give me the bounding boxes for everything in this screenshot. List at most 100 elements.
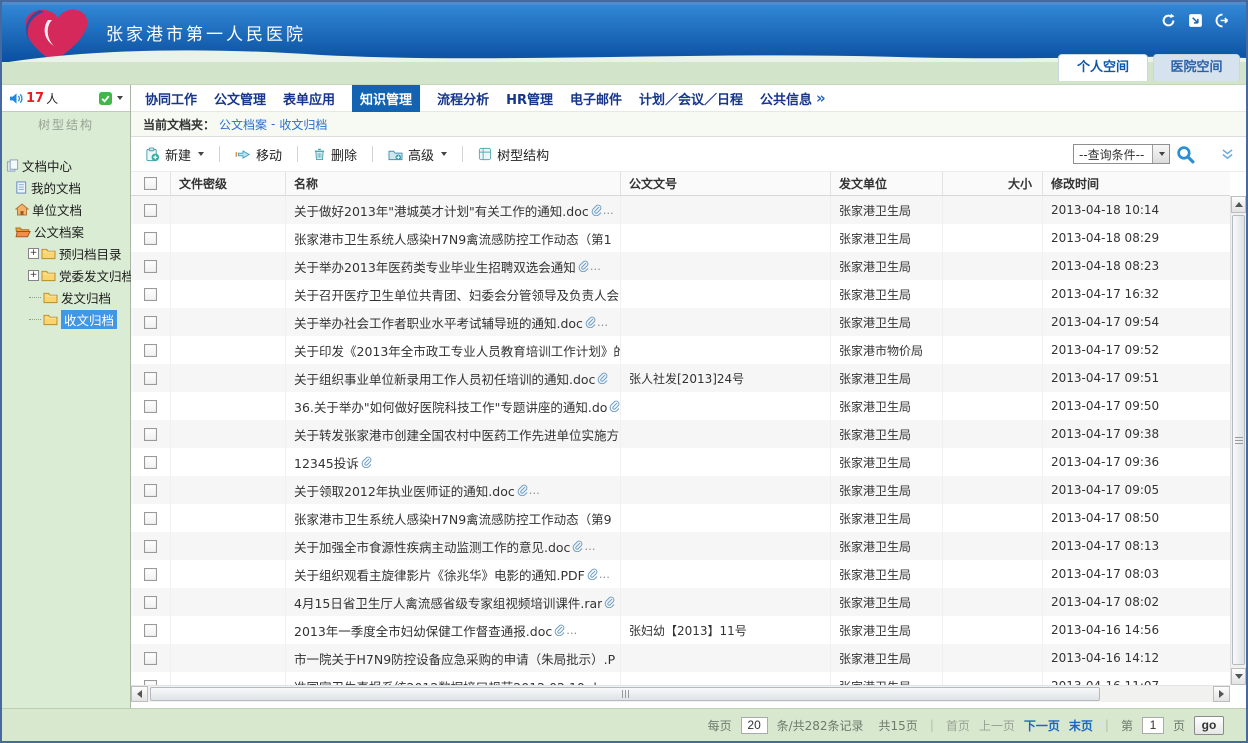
expand-icon[interactable]: + — [28, 270, 39, 281]
document-name-link[interactable]: 12345投诉 — [294, 453, 359, 472]
row-checkbox[interactable] — [144, 288, 157, 301]
scroll-up-button[interactable] — [1231, 196, 1246, 213]
document-name-link[interactable]: 关于组织观看主旋律影片《徐兆华》电影的通知.PDF — [294, 565, 585, 584]
menu-item[interactable]: 流程分析 — [437, 89, 489, 108]
menu-item[interactable]: 表单应用 — [283, 89, 335, 108]
row-checkbox[interactable] — [144, 204, 157, 217]
document-name-cell[interactable]: 关于领取2012年执业医师证的通知.doc… — [286, 476, 621, 504]
document-name-cell[interactable]: 关于组织事业单位新录用工作人员初任培训的通知.doc — [286, 364, 621, 392]
row-checkbox[interactable] — [144, 260, 157, 273]
next-page-link[interactable]: 下一页 — [1024, 717, 1060, 734]
table-row[interactable]: 4月15日省卫生厅人禽流感省级专家组视频培训课件.rar张家港卫生局2013-0… — [131, 588, 1230, 616]
document-name-link[interactable]: 张家港市卫生系统人感染H7N9禽流感防控工作动态（第9 — [294, 509, 612, 528]
more-ellipsis[interactable]: … — [590, 260, 601, 273]
menu-more-button[interactable]: » — [816, 89, 826, 107]
page-number-input[interactable] — [1142, 717, 1164, 734]
menu-item[interactable]: 公共信息 — [760, 89, 812, 108]
document-name-link[interactable]: 市一院关于H7N9防控设备应急采购的申请（朱局批示）.P — [294, 649, 615, 668]
tree-item[interactable]: 单位文档 — [2, 198, 130, 220]
collapse-panel-icon[interactable] — [1221, 149, 1234, 160]
document-name-cell[interactable]: 市一院关于H7N9防控设备应急采购的申请（朱局批示）.P — [286, 644, 621, 672]
table-row[interactable]: 关于组织事业单位新录用工作人员初任培训的通知.doc张人社发[2013]24号张… — [131, 364, 1230, 392]
menu-item[interactable]: HR管理 — [506, 89, 553, 108]
table-row[interactable]: 12345投诉张家港卫生局2013-04-17 09:36 — [131, 448, 1230, 476]
tree-item[interactable]: 文档中心 — [2, 154, 130, 176]
table-row[interactable]: 关于组织观看主旋律影片《徐兆华》电影的通知.PDF…张家港卫生局2013-04-… — [131, 560, 1230, 588]
row-checkbox[interactable] — [144, 624, 157, 637]
table-row[interactable]: 张家港市卫生系统人感染H7N9禽流感防控工作动态（第9张家港卫生局2013-04… — [131, 504, 1230, 532]
row-checkbox[interactable] — [144, 568, 157, 581]
tree-item[interactable]: 公文档案 — [2, 220, 130, 242]
horizontal-scrollbar-thumb[interactable] — [150, 687, 1100, 701]
prev-page-link[interactable]: 上一页 — [979, 717, 1015, 734]
row-checkbox[interactable] — [144, 400, 157, 413]
logout-icon[interactable] — [1215, 13, 1230, 28]
menu-item[interactable]: 协同工作 — [145, 89, 197, 108]
document-name-link[interactable]: 2013年一季度全市妇幼保健工作督查通报.doc — [294, 621, 552, 640]
scroll-left-button[interactable] — [131, 686, 148, 702]
document-name-link[interactable]: 准国家卫生直报系统2012数据接口规范2012.02.10.doc — [294, 677, 608, 686]
breadcrumb-folder-link[interactable]: 公文档案 — [219, 116, 267, 133]
document-name-link[interactable]: 关于加强全市食源性疾病主动监测工作的意见.doc — [294, 537, 570, 556]
tree-item[interactable]: +预归档目录 — [2, 242, 130, 264]
move-button[interactable]: 移动 — [231, 142, 286, 167]
document-name-cell[interactable]: 关于举办社会工作者职业水平考试辅导班的通知.doc… — [286, 308, 621, 336]
select-dropdown-button[interactable] — [1152, 145, 1169, 163]
horizontal-scrollbar[interactable] — [131, 685, 1230, 702]
go-button[interactable]: go — [1194, 716, 1224, 735]
document-name-link[interactable]: 关于印发《2013年全市政工专业人员教育培训工作计划》的 — [294, 341, 620, 360]
menu-item[interactable]: 电子邮件 — [570, 89, 622, 108]
more-ellipsis[interactable]: … — [566, 624, 577, 637]
row-checkbox[interactable] — [144, 344, 157, 357]
document-name-cell[interactable]: 2013年一季度全市妇幼保健工作督查通报.doc … — [286, 616, 621, 644]
row-checkbox[interactable] — [144, 456, 157, 469]
column-header[interactable]: 文件密级 — [171, 172, 286, 195]
tree-item[interactable]: 我的文档 — [2, 176, 130, 198]
advanced-button[interactable]: 高级 — [384, 142, 451, 167]
document-name-link[interactable]: 关于领取2012年执业医师证的通知.doc — [294, 481, 515, 500]
table-row[interactable]: 关于做好2013年"港城英才计划"有关工作的通知.doc…张家港卫生局2013-… — [131, 196, 1230, 224]
tree-view-button[interactable]: 树型结构 — [474, 142, 553, 167]
select-all-checkbox[interactable] — [144, 177, 157, 190]
table-row[interactable]: 准国家卫生直报系统2012数据接口规范2012.02.10.doc…张家港卫生局… — [131, 672, 1230, 685]
document-name-link[interactable]: 张家港市卫生系统人感染H7N9禽流感防控工作动态（第1 — [294, 229, 612, 248]
search-icon[interactable] — [1176, 145, 1195, 164]
popout-icon[interactable] — [1188, 13, 1203, 28]
document-name-link[interactable]: 关于召开医疗卫生单位共青团、妇委会分管领导及负责人会 — [294, 285, 619, 304]
table-row[interactable]: 关于召开医疗卫生单位共青团、妇委会分管领导及负责人会张家港卫生局2013-04-… — [131, 280, 1230, 308]
document-name-cell[interactable]: 张家港市卫生系统人感染H7N9禽流感防控工作动态（第9 — [286, 504, 621, 532]
table-row[interactable]: 2013年一季度全市妇幼保健工作督查通报.doc…张妇幼【2013】11号张家港… — [131, 616, 1230, 644]
query-condition-select[interactable]: --查询条件-- — [1073, 144, 1170, 164]
row-checkbox[interactable] — [144, 484, 157, 497]
menu-item[interactable]: 知识管理 — [352, 85, 420, 112]
per-page-input[interactable] — [741, 717, 768, 734]
column-header[interactable]: 发文单位 — [831, 172, 943, 195]
more-ellipsis[interactable]: … — [603, 204, 614, 217]
online-status-dropdown[interactable] — [99, 92, 123, 105]
menu-item[interactable]: 计划／会议／日程 — [639, 89, 743, 108]
table-row[interactable]: 市一院关于H7N9防控设备应急采购的申请（朱局批示）.P张家港卫生局2013-0… — [131, 644, 1230, 672]
more-ellipsis[interactable]: … — [597, 316, 608, 329]
column-header[interactable]: 修改时间 — [1043, 172, 1230, 195]
row-checkbox[interactable] — [144, 596, 157, 609]
document-name-cell[interactable]: 准国家卫生直报系统2012数据接口规范2012.02.10.doc… — [286, 672, 621, 685]
table-row[interactable]: 关于举办2013年医药类专业毕业生招聘双选会通知…张家港卫生局2013-04-1… — [131, 252, 1230, 280]
tree-item[interactable]: +党委发文归档 — [2, 264, 130, 286]
table-row[interactable]: 关于印发《2013年全市政工专业人员教育培训工作计划》的张家港市物价局2013-… — [131, 336, 1230, 364]
row-checkbox[interactable] — [144, 428, 157, 441]
row-checkbox[interactable] — [144, 540, 157, 553]
row-checkbox[interactable] — [144, 512, 157, 525]
row-checkbox[interactable] — [144, 652, 157, 665]
document-name-link[interactable]: 关于做好2013年"港城英才计划"有关工作的通知.doc — [294, 201, 589, 220]
table-row[interactable]: 关于领取2012年执业医师证的通知.doc…张家港卫生局2013-04-17 0… — [131, 476, 1230, 504]
document-name-link[interactable]: 4月15日省卫生厅人禽流感省级专家组视频培训课件.rar — [294, 593, 602, 612]
document-name-cell[interactable]: 36.关于举办"如何做好医院科技工作"专题讲座的通知.doc — [286, 392, 621, 420]
speaker-icon[interactable] — [9, 92, 24, 105]
table-row[interactable]: 张家港市卫生系统人感染H7N9禽流感防控工作动态（第1张家港卫生局2013-04… — [131, 224, 1230, 252]
document-name-cell[interactable]: 关于做好2013年"港城英才计划"有关工作的通知.doc … — [286, 196, 621, 224]
tab-hospital-space[interactable]: 医院空间 — [1153, 54, 1240, 81]
new-button[interactable]: 新建 — [141, 142, 208, 167]
tab-personal-space[interactable]: 个人空间 — [1058, 54, 1148, 81]
more-ellipsis[interactable]: … — [584, 540, 595, 553]
document-name-cell[interactable]: 关于印发《2013年全市政工专业人员教育培训工作计划》的 — [286, 336, 621, 364]
